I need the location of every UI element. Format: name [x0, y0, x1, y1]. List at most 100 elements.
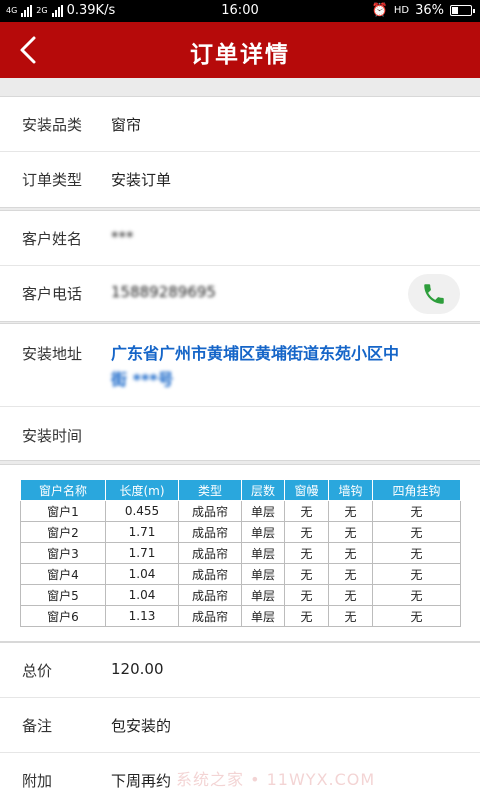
- total-label: 总价: [22, 662, 53, 680]
- table-cell: 窗户5: [20, 584, 106, 606]
- table-cell: 1.71: [105, 542, 179, 564]
- table-header-row: 窗户名称 长度(m) 类型 层数 窗幔 墙钩 四角挂钩: [20, 479, 461, 501]
- table-cell: 无: [328, 500, 373, 522]
- battery-percent: 36%: [415, 3, 444, 18]
- table-row: 窗户1 0.455 成品帘 单层无无无: [20, 500, 461, 522]
- table-cell: 成品帘: [178, 584, 242, 606]
- table-row: 窗户5 1.04 成品帘 单层无无无: [20, 584, 461, 606]
- table-cell: 无: [284, 605, 329, 627]
- order-info-card: 安装品类 窗帘 订单类型 安装订单: [0, 96, 480, 208]
- table-cell: 成品帘: [178, 563, 242, 585]
- table-cell: 1.04: [105, 584, 179, 606]
- table-cell: 无: [372, 500, 461, 522]
- back-button[interactable]: [10, 30, 50, 70]
- table-cell: 1.71: [105, 521, 179, 543]
- phone-icon: [424, 284, 444, 304]
- table-cell: 无: [284, 500, 329, 522]
- alarm-icon: ⏰: [371, 3, 388, 18]
- customer-name-row: 客户姓名 ***: [0, 211, 480, 266]
- table-cell: 单层: [241, 500, 285, 522]
- table-cell: 无: [372, 605, 461, 627]
- table-cell: 无: [372, 563, 461, 585]
- table-cell: 无: [284, 542, 329, 564]
- customer-name-value: ***: [111, 228, 134, 246]
- table-header-cell: 层数: [241, 479, 285, 501]
- order-type-value: 安装订单: [111, 171, 172, 189]
- table-cell: 无: [328, 563, 373, 585]
- note-label: 备注: [22, 717, 53, 735]
- order-type-row: 订单类型 安装订单: [0, 152, 480, 207]
- call-button[interactable]: [408, 274, 460, 314]
- table-cell: 成品帘: [178, 521, 242, 543]
- table-cell: 窗户3: [20, 542, 106, 564]
- customer-phone-value: 15889289695: [111, 283, 216, 301]
- category-row: 安装品类 窗帘: [0, 97, 480, 152]
- table-header-cell: 墙钩: [328, 479, 373, 501]
- table-cell: 1.13: [105, 605, 179, 627]
- windows-table-wrap: 窗户名称 长度(m) 类型 层数 窗幔 墙钩 四角挂钩 窗户1 0.455 成品帘单…: [20, 479, 461, 627]
- order-type-label: 订单类型: [22, 171, 83, 189]
- table-row: 窗户2 1.71 成品帘 单层无无无: [20, 521, 461, 543]
- table-cell: 无: [372, 584, 461, 606]
- table-cell: 单层: [241, 521, 285, 543]
- title-bar: 订单详情: [0, 22, 480, 78]
- battery-icon: [450, 5, 475, 16]
- total-value: 120.00: [111, 660, 164, 678]
- total-row: 总价 120.00: [0, 643, 480, 698]
- table-header-cell: 窗幔: [284, 479, 329, 501]
- hd-label: HD: [393, 5, 410, 16]
- table-header-cell: 类型: [178, 479, 242, 501]
- address-label: 安装地址: [22, 345, 83, 363]
- address-card: 安装地址 广东省广州市黄埔区黄埔街道东苑小区中 街 ***号 安装时间: [0, 323, 480, 461]
- table-body: 窗户1 0.455 成品帘 单层无无无 窗户2 1.71 成品帘 单层无无无 窗户3 1.71…: [20, 500, 461, 627]
- extra-value: 下周再约: [111, 772, 172, 790]
- address-value[interactable]: 广东省广州市黄埔区黄埔街道东苑小区中 街 ***号: [111, 341, 451, 393]
- table-header-cell: 长度(m): [105, 479, 179, 501]
- table-cell: 无: [328, 584, 373, 606]
- chevron-left-icon: [20, 36, 36, 64]
- table-cell: 无: [372, 521, 461, 543]
- table-cell: 单层: [241, 542, 285, 564]
- install-time-label: 安装时间: [22, 427, 83, 445]
- table-cell: 1.04: [105, 563, 179, 585]
- category-label: 安装品类: [22, 116, 83, 134]
- table-cell: 窗户1: [20, 500, 106, 522]
- table-row: 窗户6 1.13 成品帘 单层无无无: [20, 605, 461, 627]
- table-row: 窗户3 1.71 成品帘 单层无无无: [20, 542, 461, 564]
- table-header-cell: 四角挂钩: [372, 479, 461, 501]
- battery-fill: [452, 7, 458, 14]
- customer-card: 客户姓名 *** 客户电话 15889289695: [0, 210, 480, 322]
- table-cell: 无: [328, 521, 373, 543]
- watermark: 系统之家 • 11WYX.COM: [176, 770, 376, 789]
- note-row: 备注 包安装的: [0, 698, 480, 753]
- table-cell: 0.455: [105, 500, 179, 522]
- windows-table: 窗户名称 长度(m) 类型 层数 窗幔 墙钩 四角挂钩 窗户1 0.455 成品帘单…: [20, 479, 461, 627]
- table-cell: 无: [328, 605, 373, 627]
- table-cell: 成品帘: [178, 605, 242, 627]
- address-row: 安装地址 广东省广州市黄埔区黄埔街道东苑小区中 街 ***号: [0, 324, 480, 407]
- install-time-row: 安装时间: [0, 407, 480, 462]
- address-line-1: 广东省广州市黄埔区黄埔街道东苑小区中: [111, 344, 400, 363]
- customer-phone-row: 客户电话 15889289695: [0, 266, 480, 321]
- page-title: 订单详情: [190, 42, 290, 68]
- table-cell: 窗户2: [20, 521, 106, 543]
- category-value: 窗帘: [111, 116, 142, 134]
- table-cell: 无: [284, 584, 329, 606]
- table-cell: 成品帘: [178, 542, 242, 564]
- table-cell: 窗户6: [20, 605, 106, 627]
- address-line-2: 街 ***号: [111, 370, 174, 389]
- table-cell: 无: [284, 563, 329, 585]
- table-cell: 无: [372, 542, 461, 564]
- customer-phone-label: 客户电话: [22, 285, 83, 303]
- volte-hd-icon: HD: [394, 5, 409, 16]
- status-bar: 4G 2G 0.39K/s 16:00 ⏰ HD 36%: [0, 0, 480, 22]
- table-row: 窗户4 1.04 成品帘 单层无无无: [20, 563, 461, 585]
- table-cell: 单层: [241, 584, 285, 606]
- table-cell: 窗户4: [20, 563, 106, 585]
- status-right: ⏰ HD 36%: [371, 3, 475, 18]
- table-cell: 单层: [241, 605, 285, 627]
- extra-label: 附加: [22, 772, 53, 790]
- table-cell: 成品帘: [178, 500, 242, 522]
- customer-name-label: 客户姓名: [22, 230, 83, 248]
- table-cell: 无: [328, 542, 373, 564]
